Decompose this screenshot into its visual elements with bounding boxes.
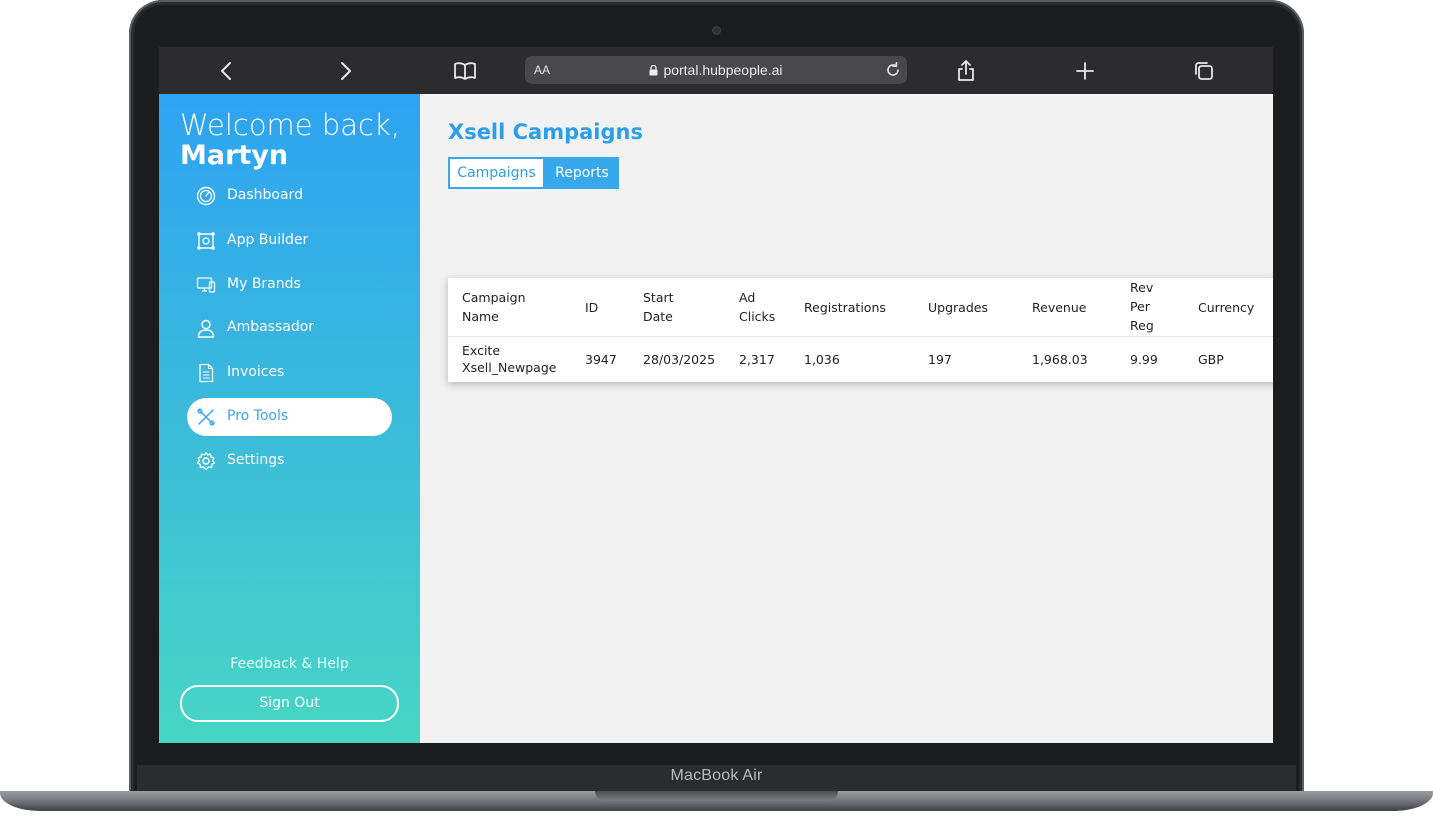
sidebar-item-label: App Builder xyxy=(227,232,309,248)
column-header-rev-per-reg[interactable]: Rev Per Reg xyxy=(1130,278,1154,335)
forward-icon[interactable] xyxy=(333,59,357,83)
tab-reports[interactable]: Reports xyxy=(545,157,619,189)
cell-line: Excite xyxy=(462,343,501,358)
main-content: Xsell Campaigns Campaigns Reports Campai… xyxy=(420,94,1273,743)
tabs-overview-icon[interactable] xyxy=(1192,59,1216,83)
welcome-greeting: Welcome back, xyxy=(180,108,401,142)
dashboard-icon xyxy=(196,186,216,206)
sidebar-item-pro-tools[interactable]: Pro Tools xyxy=(187,398,392,436)
sidebar-item-my-brands[interactable]: My Brands xyxy=(187,266,392,304)
header-line: ID xyxy=(585,300,599,315)
tab-campaigns[interactable]: Campaigns xyxy=(448,157,545,189)
sidebar-item-label: Settings xyxy=(227,452,285,468)
cell-ad-clicks: 2,317 xyxy=(739,352,775,367)
feedback-help-link[interactable]: Feedback & Help xyxy=(159,656,420,672)
sidebar-item-invoices[interactable]: Invoices xyxy=(187,354,392,392)
column-header-start-date[interactable]: Start Date xyxy=(643,288,674,326)
url-display[interactable]: portal.hubpeople.ai xyxy=(525,62,907,78)
cell-registrations: 1,036 xyxy=(804,352,840,367)
url-text: portal.hubpeople.ai xyxy=(663,62,783,78)
sidebar-item-settings[interactable]: Settings xyxy=(187,442,392,480)
header-line: Rev xyxy=(1130,280,1154,295)
lock-icon xyxy=(649,65,658,76)
share-icon[interactable] xyxy=(954,59,978,83)
header-line: Campaign xyxy=(462,290,526,305)
header-line: Name xyxy=(462,309,499,324)
sidebar-item-label: Invoices xyxy=(227,364,285,380)
header-divider xyxy=(448,336,1273,337)
header-line: Revenue xyxy=(1032,300,1087,315)
bookmarks-icon[interactable] xyxy=(453,59,477,83)
header-line: Date xyxy=(643,309,673,324)
browser-toolbar: AA portal.hubpeople.ai xyxy=(159,47,1273,94)
column-header-currency[interactable]: Currency xyxy=(1198,298,1254,317)
cell-upgrades: 197 xyxy=(928,352,952,367)
sidebar-item-label: My Brands xyxy=(227,276,301,292)
gear-icon xyxy=(196,451,216,471)
app-builder-icon xyxy=(196,231,216,251)
column-header-revenue[interactable]: Revenue xyxy=(1032,298,1086,317)
column-header-id[interactable]: ID xyxy=(585,298,598,317)
screen: AA portal.hubpeople.ai Welcome back, Mar… xyxy=(159,47,1273,743)
header-line: Upgrades xyxy=(928,300,988,315)
cell-revenue: 1,968.03 xyxy=(1032,352,1088,367)
page-title: Xsell Campaigns xyxy=(448,120,643,144)
device-model-label: MacBook Air xyxy=(670,767,763,784)
user-name: Martyn xyxy=(180,140,289,171)
column-header-registrations[interactable]: Registrations xyxy=(804,298,886,317)
brands-icon xyxy=(196,275,216,295)
sidebar-item-label: Ambassador xyxy=(227,319,315,335)
sidebar-item-label: Pro Tools xyxy=(227,408,289,424)
header-line: Currency xyxy=(1198,300,1255,315)
sidebar-item-ambassador[interactable]: Ambassador xyxy=(187,309,392,347)
user-icon xyxy=(196,318,216,338)
camera-icon xyxy=(713,27,720,34)
sidebar-item-label: Dashboard xyxy=(227,187,303,203)
column-header-upgrades[interactable]: Upgrades xyxy=(928,298,988,317)
document-icon xyxy=(196,363,216,383)
sidebar-item-dashboard[interactable]: Dashboard xyxy=(187,177,392,215)
header-line: Clicks xyxy=(739,309,776,324)
cell-rev-per-reg: 9.99 xyxy=(1130,352,1158,367)
tools-icon xyxy=(196,407,216,427)
header-line: Start xyxy=(643,290,674,305)
cell-id: 3947 xyxy=(585,352,617,367)
column-header-ad-clicks[interactable]: Ad Clicks xyxy=(739,288,775,326)
address-bar[interactable]: AA portal.hubpeople.ai xyxy=(525,56,907,84)
header-line: Ad xyxy=(739,290,756,305)
column-header-campaign-name[interactable]: Campaign Name xyxy=(462,288,526,326)
back-icon[interactable] xyxy=(215,59,239,83)
sidebar-item-app-builder[interactable]: App Builder xyxy=(187,222,392,260)
campaigns-table: Campaign Name ID Start Date Ad Clicks Re… xyxy=(448,278,1273,382)
tab-bar: Campaigns Reports xyxy=(448,157,619,189)
sidebar: Welcome back, Martyn Dashboard App Build… xyxy=(159,94,420,743)
new-tab-icon[interactable] xyxy=(1073,59,1097,83)
header-line: Per xyxy=(1130,299,1150,314)
cell-line: Xsell_Newpage xyxy=(462,360,557,375)
cell-start-date: 28/03/2025 xyxy=(643,352,716,367)
reload-icon[interactable] xyxy=(884,61,902,79)
header-line: Registrations xyxy=(804,300,886,315)
sign-out-button[interactable]: Sign Out xyxy=(180,685,399,722)
header-line: Reg xyxy=(1130,318,1154,333)
laptop-notch xyxy=(595,791,838,801)
cell-campaign-name: Excite Xsell_Newpage xyxy=(462,342,556,376)
cell-currency: GBP xyxy=(1198,352,1224,367)
